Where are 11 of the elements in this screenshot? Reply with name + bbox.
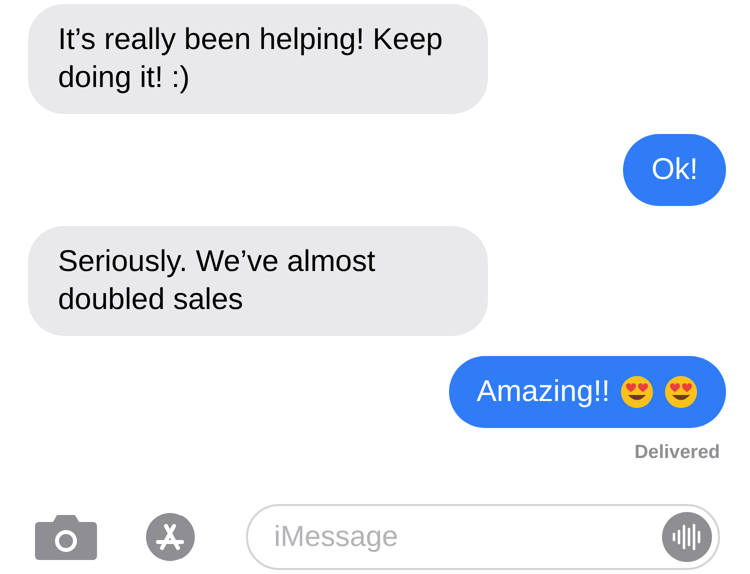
- message-bubble: Seriously. We’ve almost doubled sales: [28, 226, 488, 336]
- message-bubble: Ok!: [623, 134, 726, 206]
- message-input[interactable]: iMessage: [272, 520, 662, 554]
- delivery-status: Delivered: [634, 442, 720, 464]
- message-field[interactable]: iMessage: [246, 504, 720, 570]
- camera-icon[interactable]: [35, 514, 97, 560]
- message-bubble: It’s really been helping! Keep doing it! :): [28, 4, 488, 114]
- heart-eyes-face-icon: [620, 375, 654, 409]
- voice-icon[interactable]: [662, 512, 712, 562]
- message-bubble: Amazing!!: [448, 356, 726, 428]
- heart-eyes-face-icon: [664, 375, 698, 409]
